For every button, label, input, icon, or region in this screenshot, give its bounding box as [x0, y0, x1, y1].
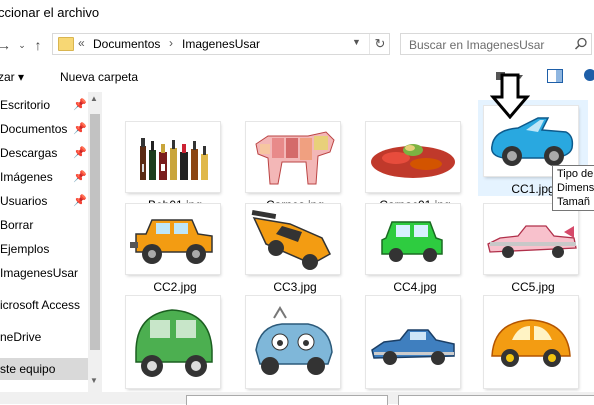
bottom-strip — [0, 392, 594, 405]
tooltip-line: Dimens — [557, 182, 594, 194]
green-2cv-image — [126, 296, 220, 388]
file-item-cc3[interactable]: CC3.jpg — [240, 198, 350, 294]
window-title: ccionar el archivo — [0, 5, 100, 20]
breadcrumb-documentos[interactable]: Documentos — [93, 37, 160, 51]
search-box[interactable]: Buscar en ImagenesUsar — [400, 33, 592, 55]
pin-icon: 📌 — [73, 99, 87, 111]
file-item-2cv[interactable] — [120, 292, 230, 388]
pink-cadillac-image — [484, 204, 578, 274]
sidebar-item-label: Borrar — [0, 218, 34, 232]
search-placeholder: Buscar en ImagenesUsar — [409, 38, 545, 52]
pin-icon: 📌 — [73, 171, 87, 183]
search-icon[interactable] — [574, 37, 588, 51]
orange-beetle-image — [484, 296, 578, 388]
sidebar-item-label: icrosoft Access — [0, 298, 81, 312]
address-bar[interactable]: « Documentos › ImagenesUsar ▼ ↻ — [52, 33, 390, 55]
pin-icon: 📌 — [73, 195, 87, 207]
navigation-pane: Escritorio 📌 Documentos 📌 Descargas 📌 Im… — [0, 92, 102, 404]
scroll-down-icon[interactable]: ▼ — [90, 376, 98, 385]
sidebar-item-escritorio[interactable]: Escritorio 📌 — [0, 94, 88, 116]
sidebar-item-usuarios[interactable]: Usuarios 📌 — [0, 190, 88, 212]
down-arrow-icon — [490, 73, 530, 119]
sidebar-item-label: ste equipo — [0, 362, 56, 376]
sidebar-item-ejemplos[interactable]: Ejemplos — [0, 238, 88, 260]
sidebar-item-label: Descargas — [0, 146, 58, 160]
sidebar-item-documentos[interactable]: Documentos 📌 — [0, 118, 88, 140]
carpaccio-image — [366, 122, 460, 192]
breadcrumb-separator[interactable]: › — [169, 36, 173, 50]
blue-classic-car-image — [366, 296, 460, 388]
up-arrow-icon[interactable]: ↑ — [30, 36, 46, 54]
sidebar-scrollbar[interactable]: ▲ ▼ — [88, 92, 102, 392]
preview-pane-icon[interactable] — [547, 69, 563, 83]
sidebar-item-label: Usuarios — [0, 194, 48, 208]
breadcrumb-imagenesusar[interactable]: ImagenesUsar — [182, 37, 260, 51]
tooltip-line: Tipo de — [557, 168, 594, 180]
overflow-chevron[interactable]: « — [78, 36, 85, 50]
scrollbar-thumb[interactable] — [90, 114, 100, 350]
sidebar-item-label: Ejemplos — [0, 242, 50, 256]
sidebar-item-este-equipo[interactable]: ste equipo — [0, 358, 88, 380]
address-dropdown-icon[interactable]: ▼ — [352, 37, 361, 47]
wrecked-car-image — [246, 296, 340, 388]
pin-icon: 📌 — [73, 147, 87, 159]
organize-button[interactable]: zar ▾ — [0, 70, 24, 84]
file-list: Beb01.jpg Carnes.jpg Carpac01.jpg — [104, 92, 594, 392]
sidebar-item-microsoft-access[interactable]: icrosoft Access — [0, 294, 88, 316]
pin-icon: 📌 — [73, 123, 87, 135]
title-bar: ccionar el archivo — [0, 0, 594, 28]
orange-sports-car-image — [246, 204, 340, 274]
tooltip-line: Tamañ — [557, 196, 591, 208]
sidebar-item-borrar[interactable]: Borrar — [0, 214, 88, 236]
recent-dropdown-icon[interactable]: ⌄ — [14, 36, 30, 54]
sidebar-item-imagenesusar[interactable]: ImagenesUsar — [0, 262, 88, 284]
sidebar-item-label: Escritorio — [0, 98, 51, 112]
sidebar-item-descargas[interactable]: Descargas 📌 — [0, 142, 88, 164]
orange-jeep-image — [126, 204, 220, 274]
file-item-blue-classic[interactable] — [360, 292, 470, 388]
file-item-wrecked[interactable] — [240, 292, 350, 388]
sidebar-item-label: ImagenesUsar — [0, 266, 79, 280]
file-item-beetle[interactable] — [478, 292, 588, 388]
bottles-image — [126, 122, 220, 192]
file-item-cc2[interactable]: CC2.jpg — [120, 198, 230, 294]
beef-cuts-image — [246, 122, 340, 192]
green-mini-image — [366, 204, 460, 274]
file-info-tooltip: Tipo de Dimens Tamañ — [552, 165, 594, 211]
help-icon[interactable] — [583, 67, 594, 83]
sidebar-item-label: Documentos — [0, 122, 68, 136]
sidebar-item-label: neDrive — [0, 330, 42, 344]
file-item-cc5[interactable]: CC5.jpg — [478, 198, 588, 294]
sidebar-item-imagenes[interactable]: Imágenes 📌 — [0, 166, 88, 188]
refresh-icon[interactable]: ↻ — [369, 34, 390, 54]
sidebar-item-onedrive[interactable]: neDrive — [0, 326, 88, 348]
sidebar-item-label: Imágenes — [0, 170, 53, 184]
scroll-up-icon[interactable]: ▲ — [90, 94, 98, 103]
folder-icon — [58, 37, 74, 51]
new-folder-button[interactable]: Nueva carpeta — [60, 70, 138, 84]
forward-arrow-icon[interactable]: → — [0, 36, 12, 54]
file-item-cc4[interactable]: CC4.jpg — [360, 198, 470, 294]
